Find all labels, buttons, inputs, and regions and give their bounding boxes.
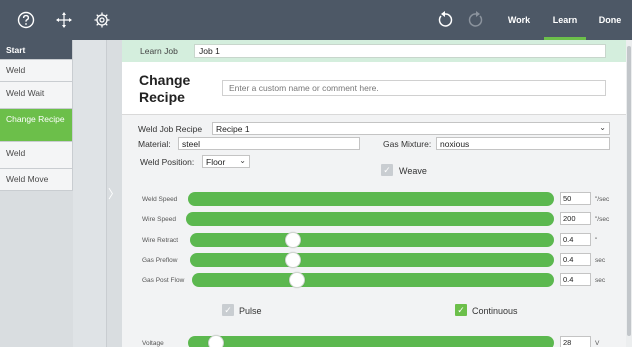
gas-preflow-knob[interactable] [285, 252, 301, 268]
voltage-slider[interactable] [188, 336, 554, 347]
top-toolbar: Work Learn Done [0, 0, 632, 40]
step-weld-move[interactable]: Weld Move [0, 169, 73, 191]
wire-retract-knob[interactable] [285, 232, 301, 248]
continuous-label: Continuous [472, 306, 518, 316]
wire-speed-slider[interactable] [186, 212, 554, 226]
slider-label: Gas Post Flow [142, 277, 185, 284]
slider-unit: "/sec [595, 196, 610, 203]
scrollbar-thumb[interactable] [627, 46, 631, 336]
step-weld-wait[interactable]: Weld Wait [0, 82, 73, 109]
learn-job-row: Learn Job Job 1 [122, 40, 626, 62]
sidebar-strip [73, 40, 107, 347]
slider-label: Wire Retract [142, 237, 179, 244]
slider-unit: "/sec [595, 216, 610, 223]
material-label: Material: [138, 139, 171, 149]
weld-position-label: Weld Position: [140, 157, 195, 167]
gas-preflow-slider[interactable] [190, 253, 554, 267]
recipe-form: Weld Job Recipe Recipe 1 ⌄ Material: ste… [122, 114, 626, 347]
voltage-knob[interactable] [208, 335, 224, 347]
sidebar: Start Weld Weld Wait Change Recipe Weld … [0, 40, 122, 347]
step-weld[interactable]: Weld [0, 60, 73, 82]
step-weld[interactable]: Weld [0, 142, 73, 169]
step-change-recipe[interactable]: Change Recipe [0, 109, 73, 142]
continuous-checkbox[interactable]: ✓ [455, 304, 467, 316]
weld-position-value: Floor [206, 157, 226, 167]
gas-mixture-input[interactable]: noxious [436, 137, 610, 150]
weld-position-select[interactable]: Floor ⌄ [202, 155, 250, 168]
weld-speed-input[interactable]: 50 [560, 192, 591, 205]
main-panel: Learn Job Job 1 Change Recipe Enter a cu… [122, 40, 626, 347]
recipe-select[interactable]: Recipe 1 ⌄ [212, 122, 610, 135]
help-icon[interactable] [16, 10, 36, 30]
scrollbar[interactable] [626, 40, 632, 347]
material-input[interactable]: steel [178, 137, 360, 150]
slider-label: Gas Preflow [142, 257, 178, 264]
slider-unit: sec [595, 277, 606, 284]
pulse-label: Pulse [239, 306, 262, 316]
gas-post-flow-input[interactable]: 0.4 [560, 273, 591, 286]
weave-checkbox[interactable]: ✓ [381, 164, 393, 176]
learn-button[interactable]: Learn [544, 0, 586, 40]
recipe-select-value: Recipe 1 [216, 124, 250, 134]
redo-icon[interactable] [466, 10, 486, 30]
gas-post-flow-knob[interactable] [289, 272, 305, 288]
slider-unit: " [595, 237, 598, 244]
slider-label: Wire Speed [142, 216, 176, 223]
slider-label: Voltage [142, 340, 164, 347]
settings-icon[interactable] [92, 10, 112, 30]
comment-input[interactable]: Enter a custom name or comment here. [222, 80, 606, 96]
chevron-down-icon: ⌄ [599, 123, 606, 132]
collapse-arrow-icon[interactable]: 〉 [108, 187, 120, 201]
slider-unit: V [595, 340, 600, 347]
chevron-down-icon: ⌄ [239, 156, 246, 165]
wire-speed-input[interactable]: 200 [560, 212, 591, 225]
wire-retract-slider[interactable] [190, 233, 554, 247]
gas-mixture-label: Gas Mixture: [383, 139, 432, 149]
move-icon[interactable] [54, 10, 74, 30]
done-button[interactable]: Done [592, 0, 628, 40]
slider-unit: sec [595, 257, 606, 264]
recipe-label: Weld Job Recipe [138, 124, 203, 134]
weave-label: Weave [399, 166, 427, 176]
gas-preflow-input[interactable]: 0.4 [560, 253, 591, 266]
slider-label: Weld Speed [142, 196, 178, 203]
pulse-checkbox[interactable]: ✓ [222, 304, 234, 316]
step-list: Start Weld Weld Wait Change Recipe Weld … [0, 40, 73, 191]
learn-job-input[interactable]: Job 1 [194, 44, 606, 58]
page-title: Change Recipe [139, 72, 191, 105]
work-button[interactable]: Work [500, 0, 538, 40]
weld-speed-slider[interactable] [188, 192, 554, 206]
undo-icon[interactable] [435, 10, 455, 30]
wire-retract-input[interactable]: 0.4 [560, 233, 591, 246]
learn-job-label: Learn Job [140, 46, 178, 56]
voltage-input[interactable]: 28 [560, 336, 591, 347]
step-start[interactable]: Start [0, 40, 73, 60]
gas-post-flow-slider[interactable] [192, 273, 554, 287]
